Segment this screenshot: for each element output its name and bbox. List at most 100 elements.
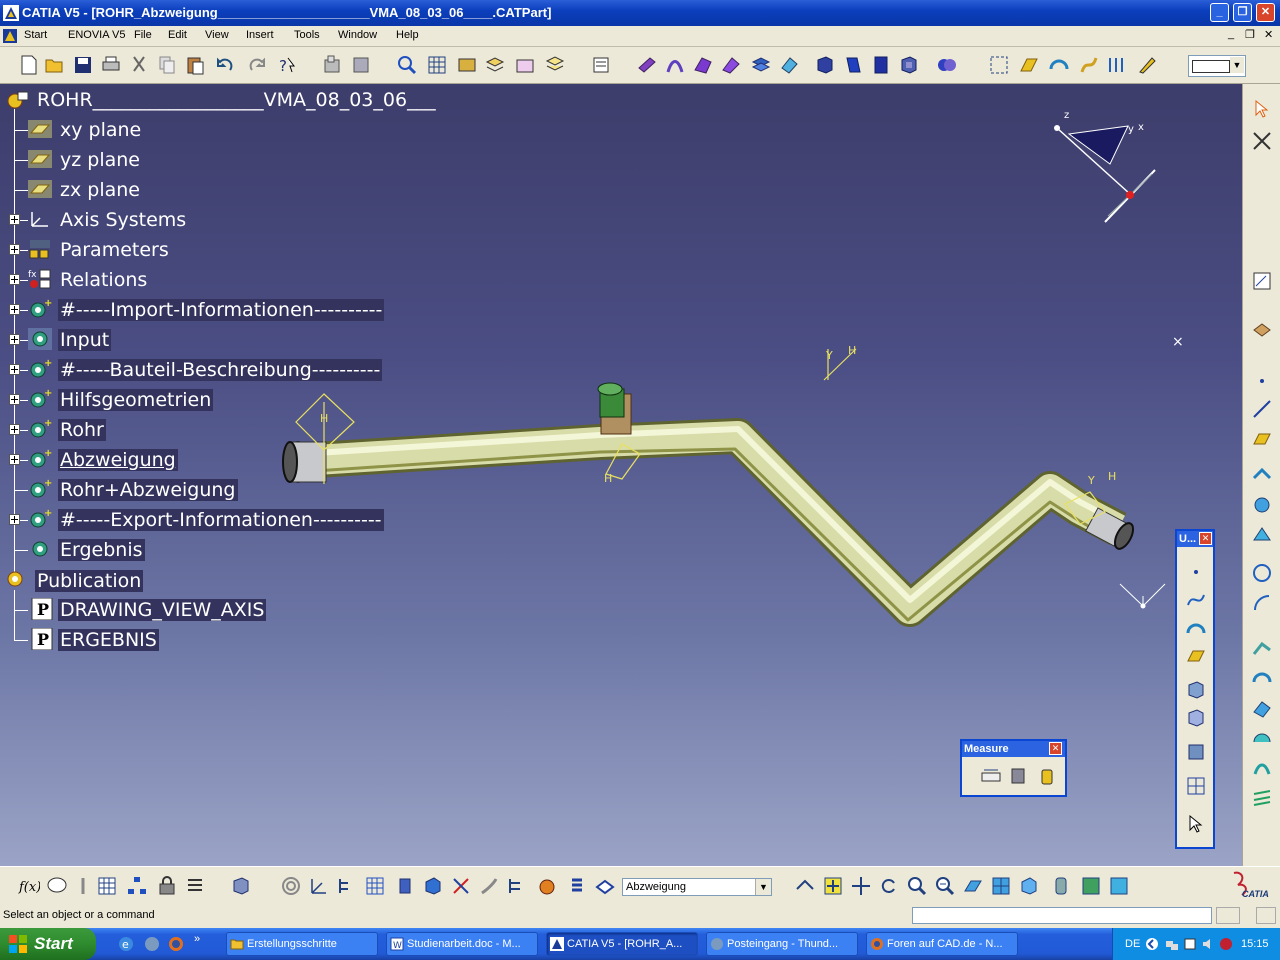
point-icon[interactable]: [1185, 561, 1207, 583]
formula-icon[interactable]: f(x): [18, 875, 40, 897]
print-icon[interactable]: [100, 54, 122, 76]
tree-icon[interactable]: [336, 875, 358, 897]
menu-edit[interactable]: Edit: [168, 29, 187, 41]
expand-icon[interactable]: [9, 454, 20, 465]
sketch-surface-icon[interactable]: [636, 54, 658, 76]
catia-menu-icon[interactable]: [3, 29, 17, 43]
normal-view-icon[interactable]: [962, 875, 984, 897]
solid-pad-icon[interactable]: [814, 54, 836, 76]
search-icon[interactable]: [396, 54, 418, 76]
language-indicator[interactable]: DE: [1125, 938, 1140, 950]
doc-minimize-button[interactable]: _: [1228, 28, 1234, 40]
intersection-icon[interactable]: [1251, 494, 1273, 516]
extract-tool-icon[interactable]: [1106, 54, 1128, 76]
assembly-icon[interactable]: [1185, 741, 1207, 763]
paste-icon[interactable]: [184, 54, 206, 76]
open-icon[interactable]: [44, 54, 66, 76]
tree-item-bauteil-beschreibung[interactable]: #-----Bauteil-Beschreibung----------: [58, 359, 383, 381]
loft-icon[interactable]: [1251, 758, 1273, 780]
corner-icon[interactable]: [1251, 592, 1273, 614]
offset-surface-icon[interactable]: [750, 54, 772, 76]
expand-icon[interactable]: [9, 514, 20, 525]
menu-insert[interactable]: Insert: [246, 29, 274, 41]
user-toolbar-close-button[interactable]: ✕: [1199, 532, 1212, 545]
stack-icon[interactable]: [484, 54, 506, 76]
current-set-icon[interactable]: [594, 875, 616, 897]
grid-pattern-icon[interactable]: [1185, 775, 1207, 797]
plane-tool-icon[interactable]: [1018, 54, 1040, 76]
point-tool-icon[interactable]: [1251, 370, 1273, 392]
swap-space-icon[interactable]: [1108, 875, 1130, 897]
new-icon[interactable]: [18, 54, 40, 76]
print-setup-icon[interactable]: [590, 54, 612, 76]
maximize-button[interactable]: ❐: [1233, 3, 1252, 22]
arc-tool-icon[interactable]: [1048, 54, 1070, 76]
fit-view-icon[interactable]: [988, 54, 1010, 76]
surface-icon[interactable]: [1185, 679, 1207, 701]
color-selector[interactable]: ▼: [1188, 55, 1246, 77]
tree-item-rohr[interactable]: Rohr: [58, 419, 106, 441]
select-arrow-icon[interactable]: [1251, 98, 1273, 120]
power-input-button[interactable]: [1216, 907, 1240, 924]
sweep-icon[interactable]: [664, 54, 686, 76]
product-icon[interactable]: [230, 875, 252, 897]
quicklaunch-more-icon[interactable]: »: [194, 933, 200, 945]
cut-icon[interactable]: [128, 54, 150, 76]
tree-item-xy-plane[interactable]: xy plane: [58, 119, 143, 141]
3d-viewport[interactable]: HY H H HY z y x × ROHR__________________…: [0, 84, 1242, 866]
spec-tree-icon[interactable]: [506, 875, 528, 897]
cube-icon[interactable]: [422, 875, 444, 897]
device-icon[interactable]: [1183, 937, 1197, 951]
line-tool-icon[interactable]: [1251, 398, 1273, 420]
measure-toolbar-close-button[interactable]: ✕: [1049, 742, 1062, 755]
cancel-command-button[interactable]: [1256, 907, 1276, 924]
axis-icon[interactable]: [308, 875, 330, 897]
plane-tool-icon[interactable]: [1251, 428, 1273, 450]
ie-icon[interactable]: e: [118, 936, 134, 952]
tree-item-ergebnis-publication[interactable]: ERGEBNIS: [58, 629, 159, 651]
iso-view-icon[interactable]: [1018, 875, 1040, 897]
table-icon[interactable]: [96, 875, 118, 897]
pan-icon[interactable]: [850, 875, 872, 897]
tree-item-relations[interactable]: Relations: [58, 269, 149, 291]
select-trap-icon[interactable]: [1251, 130, 1273, 152]
tree-item-export-informationen[interactable]: #-----Export-Informationen----------: [58, 509, 384, 531]
eraser-icon[interactable]: [778, 54, 800, 76]
select-cursor-icon[interactable]: [1185, 813, 1207, 835]
menu-window[interactable]: Window: [338, 29, 377, 41]
measure-inertia-icon[interactable]: [1036, 765, 1058, 787]
part-body-icon[interactable]: [322, 54, 344, 76]
spline-icon[interactable]: [1185, 589, 1207, 611]
solid-thick-icon[interactable]: [870, 54, 892, 76]
curve-tool-icon[interactable]: [1078, 54, 1100, 76]
close-button[interactable]: ✕: [1256, 3, 1275, 22]
revolve-icon[interactable]: [1251, 668, 1273, 690]
network-icon[interactable]: [1165, 937, 1179, 951]
doc-close-button[interactable]: ✕: [1264, 28, 1273, 41]
task-catia[interactable]: CATIA V5 - [ROHR_A...: [546, 932, 698, 956]
expand-icon[interactable]: [9, 394, 20, 405]
menu-view[interactable]: View: [205, 29, 229, 41]
analysis-icon[interactable]: [514, 54, 536, 76]
spiral-icon[interactable]: [280, 875, 302, 897]
catalog-icon[interactable]: [456, 54, 478, 76]
insert-body-icon[interactable]: [350, 54, 372, 76]
fill-icon[interactable]: [1251, 728, 1273, 750]
tree-root[interactable]: ROHR__________________VMA_08_03_06___: [35, 89, 438, 111]
measure-between-icon[interactable]: [980, 765, 1002, 787]
boolean-icon[interactable]: [936, 54, 958, 76]
sketcher-icon[interactable]: [1251, 270, 1273, 292]
expand-icon[interactable]: [9, 364, 20, 375]
solid-pocket-icon[interactable]: [842, 54, 864, 76]
measure-item-icon[interactable]: [1008, 765, 1030, 787]
pencil-tool-icon[interactable]: [1136, 54, 1158, 76]
expand-icon[interactable]: [9, 214, 20, 225]
expand-icon[interactable]: [9, 424, 20, 435]
expand-icon[interactable]: [9, 304, 20, 315]
measure-tool-icon[interactable]: [450, 875, 472, 897]
ground-plane-icon[interactable]: [1251, 320, 1273, 342]
circle-arc-icon[interactable]: [1185, 617, 1207, 639]
catalog-browser-icon[interactable]: [536, 875, 558, 897]
knowledge-icon[interactable]: [72, 875, 94, 897]
tree-item-parameters[interactable]: Parameters: [58, 239, 171, 261]
